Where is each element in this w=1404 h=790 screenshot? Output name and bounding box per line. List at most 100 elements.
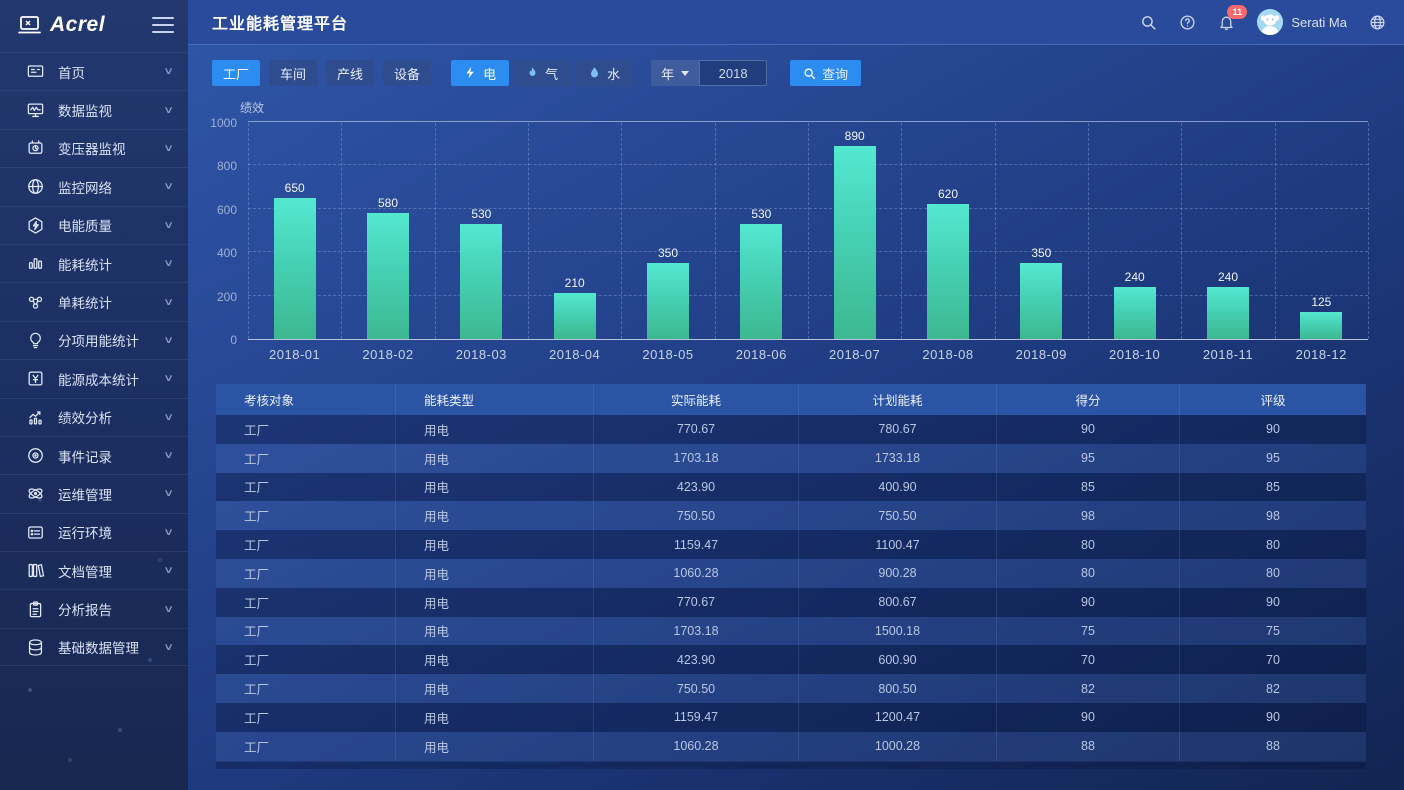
ops-management-icon	[26, 484, 45, 503]
globe-icon[interactable]	[1369, 14, 1386, 31]
table-cell: 770.67	[593, 588, 798, 617]
gridline-horizontal	[248, 121, 1368, 122]
table-cell: 工厂	[216, 501, 395, 530]
sidebar-item-5[interactable]: 电能质量∨	[0, 206, 188, 244]
sidebar-item-15[interactable]: 分析报告∨	[0, 589, 188, 627]
gridline-vertical	[1275, 123, 1276, 339]
sidebar-item-13[interactable]: 运行环境∨	[0, 513, 188, 551]
table-cell: 400.90	[798, 473, 996, 502]
bar-value-label: 620	[938, 187, 958, 201]
table-cell: 85	[1179, 473, 1366, 502]
bar-2018-06: 530	[740, 224, 782, 339]
period-dropdown[interactable]: 年	[651, 60, 699, 86]
table-cell: 90	[996, 588, 1179, 617]
sidebar-item-2[interactable]: 数据监视∨	[0, 90, 188, 128]
sidebar-item-label: 能耗统计	[58, 254, 165, 274]
table-cell: 88	[1179, 732, 1366, 761]
bar-value-label: 350	[658, 246, 678, 260]
logo-bar: Acrel	[0, 0, 188, 50]
x-axis-label: 2018-09	[995, 347, 1088, 362]
chart-title: 绩效	[240, 99, 1404, 117]
table-row-6: 工厂用电1060.28900.288080	[216, 559, 1366, 588]
table-cell: 80	[996, 559, 1179, 588]
year-input[interactable]	[699, 60, 767, 86]
sidebar: Acrel 首页∨数据监视∨变压器监视∨监控网络∨电能质量∨能耗统计∨单耗统计∨…	[0, 0, 188, 790]
sidebar-item-1[interactable]: 首页∨	[0, 52, 188, 90]
table-row-10: 工厂用电750.50800.508282	[216, 674, 1366, 703]
search-icon[interactable]	[1140, 14, 1157, 31]
gridline-vertical	[1368, 123, 1369, 339]
level-tab-2[interactable]: 车间	[269, 60, 317, 86]
table-row-11: 工厂用电1159.471200.479090	[216, 703, 1366, 732]
sidebar-item-label: 数据监视	[58, 100, 165, 120]
level-tab-1[interactable]: 工厂	[212, 60, 260, 86]
table-cell: 1060.28	[593, 732, 798, 761]
sidebar-item-11[interactable]: 事件记录∨	[0, 436, 188, 474]
bar-value-label: 350	[1031, 246, 1051, 260]
chevron-down-icon: ∨	[163, 373, 174, 384]
home-icon	[26, 62, 45, 81]
bar-2018-03: 530	[460, 224, 502, 339]
hamburger-icon[interactable]	[152, 17, 174, 33]
table-cell: 1000.28	[798, 732, 996, 761]
sidebar-item-10[interactable]: 绩效分析∨	[0, 398, 188, 436]
bar-2018-10: 240	[1114, 287, 1156, 339]
table-row-12: 工厂用电1060.281000.288888	[216, 732, 1366, 761]
help-icon[interactable]	[1179, 14, 1196, 31]
gridline-vertical	[621, 123, 622, 339]
sidebar-item-label: 首页	[58, 62, 165, 82]
sidebar-item-4[interactable]: 监控网络∨	[0, 167, 188, 205]
notification-badge: 11	[1227, 5, 1247, 19]
table-cell: 用电	[395, 588, 593, 617]
sidebar-item-16[interactable]: 基础数据管理∨	[0, 628, 188, 666]
table-cell: 1733.18	[798, 444, 996, 473]
table-cell: 800.67	[798, 588, 996, 617]
table-cell: 工厂	[216, 473, 395, 502]
x-axis-label: 2018-04	[528, 347, 621, 362]
chevron-down-icon: ∨	[163, 450, 174, 461]
level-tab-4[interactable]: 设备	[383, 60, 431, 86]
table-cell: 1159.47	[593, 703, 798, 732]
user-menu[interactable]: Serati Ma	[1257, 9, 1347, 35]
energy-tab-3[interactable]: 水	[575, 60, 633, 86]
bar-value-label: 580	[378, 196, 398, 210]
table-row-9: 工厂用电423.90600.907070	[216, 645, 1366, 674]
query-button[interactable]: 查询	[790, 60, 861, 86]
y-axis-tick: 800	[217, 159, 237, 173]
bar-2018-01: 650	[274, 198, 316, 339]
chevron-down-icon: ∨	[163, 565, 174, 576]
x-axis-label: 2018-11	[1181, 347, 1274, 362]
sidebar-item-label: 分项用能统计	[58, 330, 165, 350]
sidebar-item-label: 文档管理	[58, 561, 165, 581]
table-cell: 780.67	[798, 415, 996, 444]
table-header-row: 考核对象能耗类型实际能耗计划能耗得分评级	[216, 384, 1366, 415]
sidebar-item-14[interactable]: 文档管理∨	[0, 551, 188, 589]
level-tab-3[interactable]: 产线	[326, 60, 374, 86]
energy-tab-1[interactable]: 电	[451, 60, 509, 86]
table-cell: 用电	[395, 703, 593, 732]
table-cell: 1100.47	[798, 530, 996, 559]
sidebar-item-3[interactable]: 变压器监视∨	[0, 129, 188, 167]
sidebar-item-label: 电能质量	[58, 215, 165, 235]
sidebar-item-7[interactable]: 单耗统计∨	[0, 282, 188, 320]
chevron-down-icon: ∨	[163, 604, 174, 615]
bar-value-label: 125	[1311, 295, 1331, 309]
acrel-logo-icon	[18, 14, 44, 36]
table-cell: 1500.18	[798, 617, 996, 646]
table-cell: 用电	[395, 645, 593, 674]
sidebar-item-8[interactable]: 分项用能统计∨	[0, 321, 188, 359]
bar-2018-08: 620	[927, 204, 969, 339]
gridline-vertical	[995, 123, 996, 339]
sidebar-item-9[interactable]: 能源成本统计∨	[0, 359, 188, 397]
bar-value-label: 530	[751, 207, 771, 221]
bell-icon[interactable]: 11	[1218, 14, 1235, 31]
period-dropdown-label: 年	[661, 64, 674, 83]
table-cell: 770.67	[593, 415, 798, 444]
sidebar-item-6[interactable]: 能耗统计∨	[0, 244, 188, 282]
table-cell: 85	[996, 473, 1179, 502]
content: 工厂车间产线设备 电气水 年 查询 绩效	[188, 45, 1404, 790]
sidebar-item-12[interactable]: 运维管理∨	[0, 474, 188, 512]
energy-tab-2[interactable]: 气	[513, 60, 571, 86]
table-cell: 1703.18	[593, 617, 798, 646]
sidebar-item-label: 分析报告	[58, 599, 165, 619]
